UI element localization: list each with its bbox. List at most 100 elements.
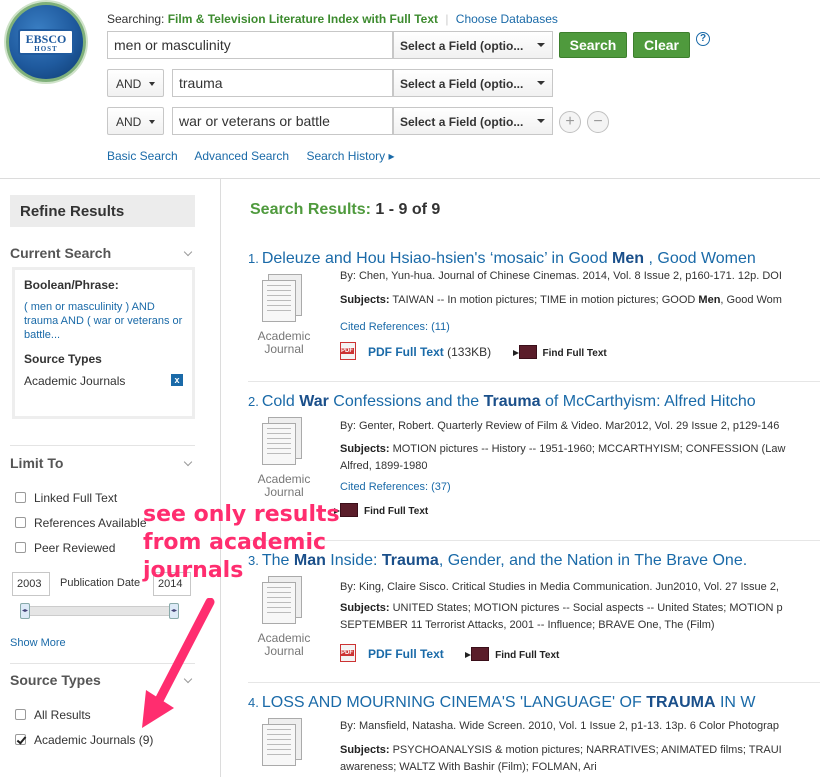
basic-search-link[interactable]: Basic Search [107, 149, 178, 163]
logo-text-bottom: HOST [34, 45, 58, 53]
publication-type-label: Academic Journal [257, 472, 311, 499]
title-text: IN W [715, 694, 756, 711]
remove-filter-icon[interactable]: x [171, 374, 183, 386]
result-divider [248, 682, 820, 683]
title-text: LOSS AND MOURNING CINEMA'S 'LANGUAGE' OF [261, 694, 647, 711]
pdf-full-text-link[interactable]: PDF Full Text [368, 345, 444, 359]
checkbox[interactable] [15, 542, 26, 553]
slider-handle-left[interactable]: ◂▸ [20, 603, 30, 619]
document-icon[interactable] [262, 417, 304, 467]
pdf-icon[interactable] [340, 644, 356, 662]
cited-references-link[interactable]: Cited References: (37) [340, 481, 451, 493]
boolean-select-3[interactable]: AND [107, 107, 164, 135]
limit-references-available[interactable]: References Available [15, 516, 147, 530]
find-full-text-button[interactable]: Find Full Text [465, 647, 559, 661]
field-select-label: Select a Field (optio... [400, 77, 524, 91]
result-byline: By: King, Claire Sisco. Critical Studies… [340, 581, 779, 593]
limit-to-heading[interactable]: Limit To [10, 455, 195, 471]
checkbox[interactable] [15, 709, 26, 720]
checkbox-label: All Results [34, 708, 91, 722]
find-full-text-icon [334, 503, 358, 517]
subjects-highlight: Men [698, 294, 721, 306]
limit-linked-full-text[interactable]: Linked Full Text [15, 491, 117, 505]
source-all-results[interactable]: All Results [15, 708, 91, 722]
subjects-text: MOTION pictures -- History -- 1951-1960;… [389, 443, 786, 455]
advanced-search-link[interactable]: Advanced Search [194, 149, 289, 163]
pdf-full-text-link[interactable]: PDF Full Text [368, 647, 444, 661]
current-search-heading[interactable]: Current Search [10, 245, 195, 261]
full-text-links: Find Full Text [334, 503, 428, 517]
current-query-link[interactable]: ( men or masculinity ) AND trauma AND ( … [24, 300, 183, 342]
document-icon[interactable] [262, 718, 304, 768]
boolean-select-2[interactable]: AND [107, 69, 164, 97]
annotation-line: journals [143, 558, 244, 583]
result-subjects: Subjects: TAIWAN -- In motion pictures; … [340, 292, 820, 309]
subjects-text: UNITED States; MOTION pictures -- Social… [389, 602, 783, 614]
search-input-3[interactable]: war or veterans or battle [172, 107, 393, 135]
title-highlight: War [299, 393, 329, 410]
field-select-2[interactable]: Select a Field (optio... [393, 69, 553, 97]
ebscohost-logo[interactable]: EBSCO HOST [6, 2, 86, 82]
find-full-text-icon [465, 647, 490, 661]
search-history-link[interactable]: Search History ▸ [306, 149, 394, 163]
current-search-label: Current Search [10, 245, 112, 261]
title-text: , Good Women [644, 250, 756, 267]
search-button[interactable]: Search [559, 32, 627, 58]
search-nav: Basic Search Advanced Search Search Hist… [107, 149, 409, 163]
result-title[interactable]: 2. Cold War Confessions and the Trauma of… [248, 393, 756, 411]
chevron-down-icon [183, 247, 193, 257]
chevron-down-icon [537, 81, 545, 85]
cited-references-link[interactable]: Cited References: (11) [340, 321, 450, 333]
title-text: Cold [261, 393, 300, 410]
results-count: 1 - 9 of 9 [375, 201, 441, 218]
title-highlight: Men [612, 250, 645, 267]
checkbox[interactable] [15, 492, 26, 503]
field-select-1[interactable]: Select a Field (optio... [393, 31, 553, 59]
result-title[interactable]: 4. LOSS AND MOURNING CINEMA'S 'LANGUAGE' … [248, 694, 756, 712]
source-types-label: Source Types [24, 352, 102, 366]
result-title[interactable]: 1. Deleuze and Hou Hsiao-hsien's ‘mosaic’… [248, 250, 756, 268]
subjects-text: , Good Wom [720, 294, 782, 306]
results-heading-label: Search Results: [250, 201, 371, 218]
divider [10, 445, 195, 446]
find-full-text-icon [512, 345, 537, 359]
help-icon[interactable]: ? [696, 32, 710, 46]
search-row-3: AND war or veterans or battle Select a F… [107, 107, 553, 135]
document-icon[interactable] [262, 274, 304, 324]
title-text: Confessions and the [328, 393, 484, 410]
add-row-button[interactable]: + [559, 111, 581, 133]
source-types-heading-label: Source Types [10, 672, 101, 688]
refine-results-title: Refine Results [10, 195, 195, 227]
search-row-1: men or masculinity Select a Field (optio… [107, 31, 553, 59]
date-from-input[interactable]: 2003 [12, 572, 50, 596]
subjects-label: Subjects: [340, 744, 390, 756]
find-full-text-button[interactable]: Find Full Text [334, 503, 428, 517]
result-byline: By: Mansfield, Natasha. Wide Screen. 201… [340, 720, 780, 732]
title-highlight: Trauma [381, 552, 439, 569]
result-byline: By: Genter, Robert. Quarterly Review of … [340, 420, 780, 432]
publication-type-label: Academic Journal [257, 631, 311, 658]
checkbox-label: Academic Journals (9) [34, 733, 154, 747]
title-highlight: TRAUMA [646, 694, 716, 711]
field-select-3[interactable]: Select a Field (optio... [393, 107, 553, 135]
search-input-2[interactable]: trauma [172, 69, 393, 97]
annotation-arrow-icon [142, 598, 215, 728]
remove-row-button[interactable]: − [587, 111, 609, 133]
publication-type-label: Academic Journal [257, 329, 311, 356]
find-full-text-button[interactable]: Find Full Text [512, 345, 607, 359]
logo-badge: EBSCO HOST [18, 29, 74, 55]
show-more-link[interactable]: Show More [10, 637, 66, 649]
subjects-label: Subjects: [340, 602, 390, 614]
full-text-links: PDF Full Text Find Full Text [340, 644, 559, 662]
search-input-1[interactable]: men or masculinity [107, 31, 393, 59]
checkbox[interactable] [15, 517, 26, 528]
applied-source-type: Academic Journals x [24, 374, 183, 388]
clear-button[interactable]: Clear [633, 32, 690, 58]
source-academic-journals[interactable]: Academic Journals (9) [15, 733, 153, 747]
pdf-icon[interactable] [340, 342, 356, 360]
limit-peer-reviewed[interactable]: Peer Reviewed [15, 541, 115, 555]
field-select-label: Select a Field (optio... [400, 39, 524, 53]
checkbox-checked[interactable] [15, 734, 26, 745]
choose-databases-link[interactable]: Choose Databases [456, 12, 558, 26]
annotation-line: from academic [143, 530, 327, 555]
